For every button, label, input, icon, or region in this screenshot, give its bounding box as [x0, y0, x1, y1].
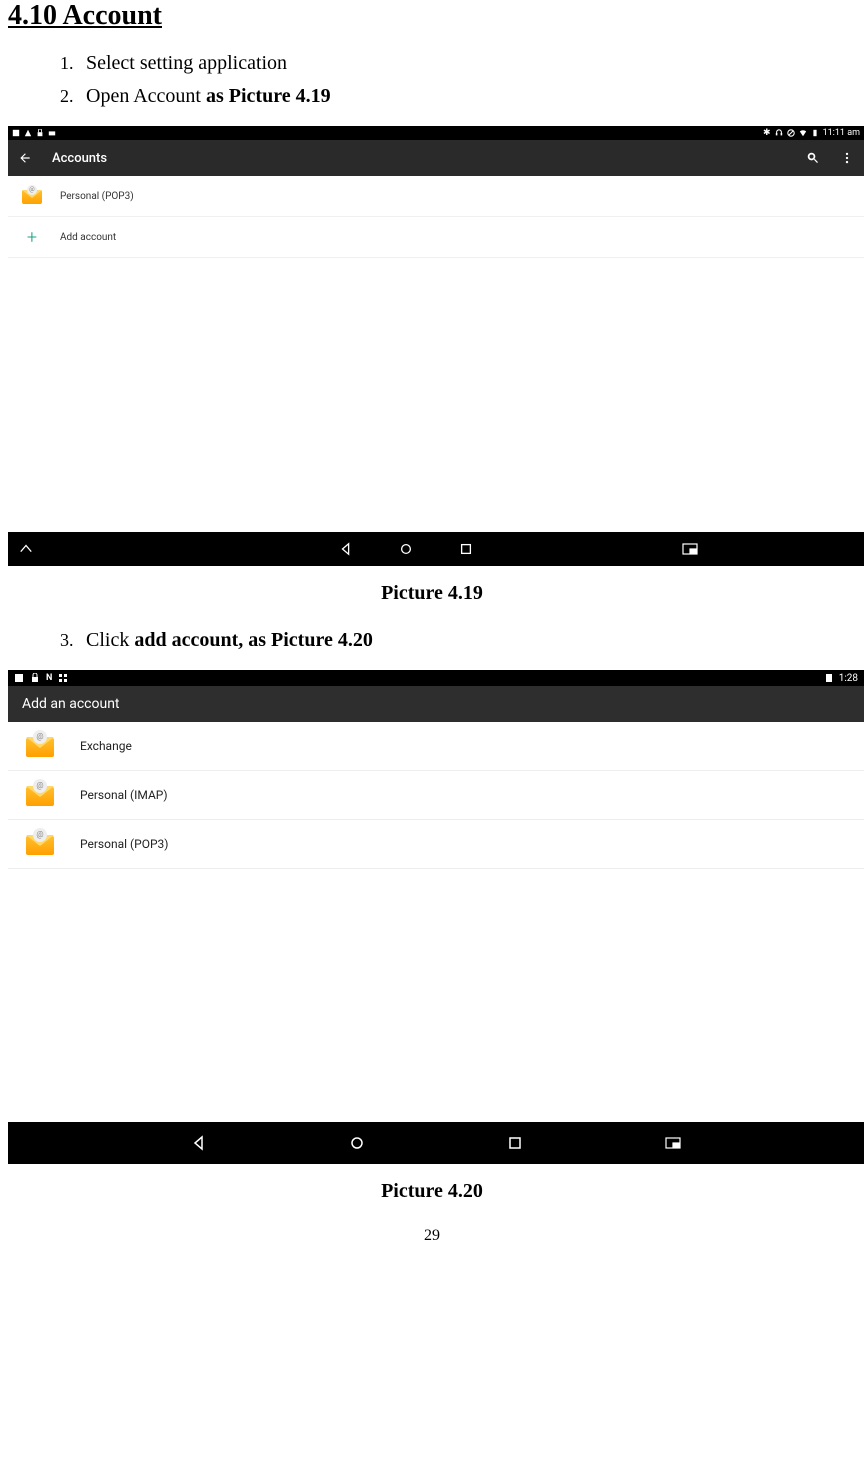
email-icon: @ [26, 833, 54, 855]
plus-icon: + [22, 227, 42, 247]
system-nav-bar [8, 1122, 864, 1164]
list-item-label: Exchange [80, 739, 132, 753]
list-item-label: Add account [60, 232, 116, 243]
appbar-title: Add an account [22, 696, 120, 712]
warning-icon [24, 129, 32, 137]
section-heading: 4.10 Account [8, 0, 856, 32]
system-nav-bar [8, 532, 864, 566]
n-icon: N [46, 673, 52, 683]
appbar-title: Accounts [52, 151, 786, 166]
nav-home-button[interactable] [348, 1134, 366, 1152]
status-time: 1:28 [839, 673, 858, 684]
email-icon: @ [26, 735, 54, 757]
status-time: 11:11 am [823, 128, 860, 138]
nav-home-button[interactable] [398, 541, 414, 557]
nav-back-button[interactable] [338, 541, 354, 557]
search-button[interactable] [806, 151, 820, 165]
page-number: 29 [8, 1227, 856, 1245]
app-bar: Accounts [8, 140, 864, 176]
battery-icon [825, 673, 833, 683]
step-item: Click add account, as Picture 4.20 [78, 629, 856, 652]
account-type-personal-pop3[interactable]: @ Personal (POP3) [8, 820, 864, 869]
back-button[interactable] [18, 151, 32, 165]
account-type-personal-imap[interactable]: @ Personal (IMAP) [8, 771, 864, 820]
screenshot-add-account: N 1:28 Add an account @ Exchange @ [8, 670, 864, 1164]
figure-caption-a: Picture 4.19 [8, 582, 856, 605]
wifi-icon [799, 129, 807, 137]
overflow-menu-button[interactable] [840, 151, 854, 165]
account-type-exchange[interactable]: @ Exchange [8, 722, 864, 771]
battery-icon [811, 129, 819, 137]
image-icon [12, 129, 20, 137]
nav-recents-button[interactable] [506, 1134, 524, 1152]
accounts-list: @ Personal (POP3) + Add account [8, 176, 864, 532]
steps-list-b: Click add account, as Picture 4.20 [8, 629, 856, 652]
step-bold: as Picture 4.19 [206, 85, 331, 107]
nav-pip-button[interactable] [682, 541, 698, 557]
step-item: Open Account as Picture 4.19 [78, 85, 856, 108]
image-icon [14, 673, 24, 683]
no-sim-icon [787, 129, 795, 137]
screenshot-accounts: ✱ 11:11 am Accounts @ [8, 126, 864, 566]
step-text: Click [86, 629, 134, 651]
figure-caption-b: Picture 4.20 [8, 1180, 856, 1203]
step-text: Open Account [86, 85, 206, 107]
nav-expand-button[interactable] [18, 541, 34, 557]
email-icon: @ [22, 188, 42, 204]
add-account-list: @ Exchange @ Personal (IMAP) @ Personal … [8, 722, 864, 1122]
app-bar: Add an account [8, 686, 864, 722]
add-account-item[interactable]: + Add account [8, 217, 864, 258]
lock-icon [36, 129, 44, 137]
account-item-personal-pop3[interactable]: @ Personal (POP3) [8, 176, 864, 217]
apps-icon [58, 673, 68, 683]
folder-icon [48, 129, 56, 137]
step-item: Select setting application [78, 52, 856, 75]
nav-recents-button[interactable] [458, 541, 474, 557]
bluetooth-icon: ✱ [763, 128, 771, 138]
list-item-label: Personal (POP3) [80, 837, 168, 851]
nav-back-button[interactable] [190, 1134, 208, 1152]
email-icon: @ [26, 784, 54, 806]
status-bar: N 1:28 [8, 670, 864, 686]
nav-pip-button[interactable] [664, 1134, 682, 1152]
list-item-label: Personal (POP3) [60, 191, 134, 202]
step-bold: add account, as Picture 4.20 [134, 629, 373, 651]
headset-icon [775, 129, 783, 137]
steps-list-a: Select setting application Open Account … [8, 52, 856, 108]
status-bar: ✱ 11:11 am [8, 126, 864, 140]
lock-icon [30, 673, 40, 683]
list-item-label: Personal (IMAP) [80, 788, 168, 802]
step-text: Select setting application [86, 52, 287, 74]
